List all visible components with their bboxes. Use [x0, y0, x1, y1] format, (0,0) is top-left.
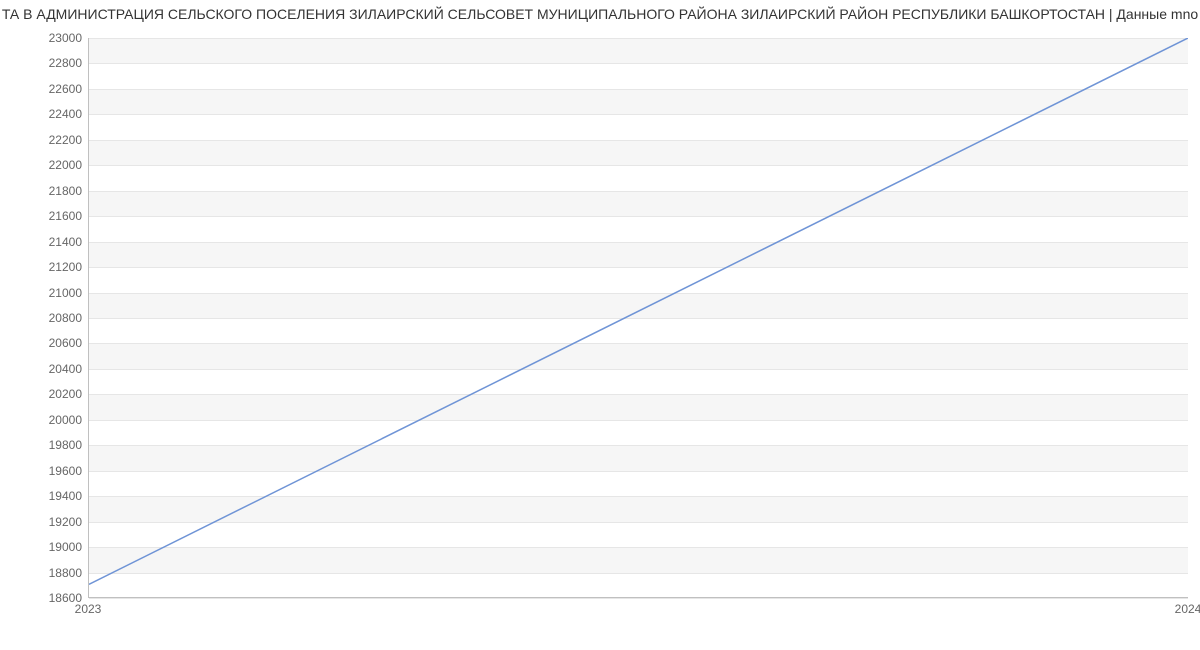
y-tick-label: 20800 [8, 311, 82, 325]
y-tick-label: 20600 [8, 336, 82, 350]
x-tick-label: 2024 [1175, 602, 1200, 616]
y-tick-label: 21000 [8, 286, 82, 300]
x-tick-label: 2023 [75, 602, 102, 616]
y-tick-label: 20000 [8, 413, 82, 427]
y-tick-label: 20200 [8, 387, 82, 401]
y-tick-label: 21400 [8, 235, 82, 249]
y-tick-label: 21200 [8, 260, 82, 274]
y-tick-label: 19600 [8, 464, 82, 478]
gridline [89, 598, 1188, 599]
series-line [89, 38, 1188, 584]
y-tick-label: 22000 [8, 158, 82, 172]
y-tick-label: 21800 [8, 184, 82, 198]
y-tick-label: 19400 [8, 489, 82, 503]
y-tick-label: 22200 [8, 133, 82, 147]
y-tick-label: 19200 [8, 515, 82, 529]
y-tick-label: 18800 [8, 566, 82, 580]
chart-container: ТА В АДМИНИСТРАЦИЯ СЕЛЬСКОГО ПОСЕЛЕНИЯ З… [0, 0, 1200, 650]
plot-area [88, 38, 1188, 598]
y-tick-label: 19800 [8, 438, 82, 452]
y-tick-label: 19000 [8, 540, 82, 554]
y-tick-label: 20400 [8, 362, 82, 376]
y-tick-label: 22400 [8, 107, 82, 121]
line-series [89, 38, 1188, 597]
y-tick-label: 22800 [8, 56, 82, 70]
chart-title: ТА В АДМИНИСТРАЦИЯ СЕЛЬСКОГО ПОСЕЛЕНИЯ З… [0, 6, 1200, 22]
y-tick-label: 23000 [8, 31, 82, 45]
y-tick-label: 22600 [8, 82, 82, 96]
y-tick-label: 21600 [8, 209, 82, 223]
y-tick-label: 18600 [8, 591, 82, 605]
